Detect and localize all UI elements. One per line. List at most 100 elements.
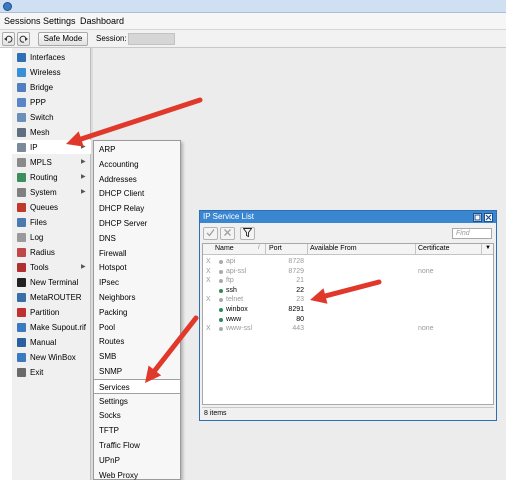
column-certificate[interactable]: Certificate — [418, 245, 450, 252]
submenu-item-web-proxy[interactable]: Web Proxy — [94, 468, 180, 480]
service-port: 80 — [296, 315, 304, 323]
submenu-item-label: TFTP — [99, 426, 119, 436]
status-bar: 8 items — [202, 407, 494, 419]
sidebar-item-interfaces[interactable]: Interfaces — [0, 50, 91, 64]
submenu-item-ipsec[interactable]: IPsec — [94, 275, 180, 290]
table-row[interactable]: Xftp 21 — [203, 276, 493, 285]
sidebar-item-manual[interactable]: Manual — [0, 335, 91, 349]
submenu-item-accounting[interactable]: Accounting — [94, 157, 180, 172]
column-port[interactable]: Port — [269, 245, 282, 252]
enable-button[interactable] — [203, 227, 218, 240]
submenu-item-routes[interactable]: Routes — [94, 334, 180, 349]
sidebar-item-metarouter[interactable]: MetaROUTER — [0, 290, 91, 304]
sidebar-item-mpls[interactable]: MPLS ▶ — [0, 155, 91, 169]
column-available-from[interactable]: Available From — [310, 245, 357, 252]
menu-sessions[interactable]: Sessions — [4, 16, 41, 26]
sidebar-item-wireless[interactable]: Wireless — [0, 65, 91, 79]
sidebar-item-queues[interactable]: Queues — [0, 200, 91, 214]
table-row[interactable]: ssh 22 — [203, 286, 493, 295]
submenu-item-traffic-flow[interactable]: Traffic Flow — [94, 438, 180, 453]
submenu-item-tftp[interactable]: TFTP — [94, 423, 180, 438]
submenu-item-dhcp-relay[interactable]: DHCP Relay — [94, 201, 180, 216]
disabled-flag: X — [206, 267, 211, 275]
winbox-app-icon — [3, 2, 12, 11]
sidebar-item-switch[interactable]: Switch — [0, 110, 91, 124]
submenu-item-label: Web Proxy — [99, 470, 138, 480]
routing-icon — [17, 173, 26, 182]
sidebar-item-bridge[interactable]: Bridge — [0, 80, 91, 94]
restore-button[interactable] — [473, 213, 482, 222]
table-row[interactable]: Xtelnet 23 — [203, 295, 493, 304]
close-button[interactable] — [484, 213, 493, 222]
sidebar-item-new-terminal[interactable]: New Terminal — [0, 275, 91, 289]
sidebar-item-label: System — [30, 188, 57, 197]
session-field[interactable] — [128, 33, 175, 45]
submenu-item-neighbors[interactable]: Neighbors — [94, 290, 180, 305]
sidebar-item-make-supout-rif[interactable]: Make Supout.rif — [0, 320, 91, 334]
sidebar-item-label: Routing — [30, 173, 58, 182]
submenu-item-smb[interactable]: SMB — [94, 349, 180, 364]
log-icon — [17, 233, 26, 242]
sidebar-item-label: Partition — [30, 308, 60, 317]
submenu-item-firewall[interactable]: Firewall — [94, 246, 180, 261]
sidebar-item-new-winbox[interactable]: New WinBox — [0, 350, 91, 364]
safe-mode-button[interactable]: Safe Mode — [38, 32, 88, 46]
sidebar-item-label: PPP — [30, 98, 47, 107]
ip-service-list-window: IP Service List Find Name / Port Availab… — [199, 210, 497, 421]
sidebar-item-mesh[interactable]: Mesh — [0, 125, 91, 139]
sidebar-item-partition[interactable]: Partition — [0, 305, 91, 319]
submenu-item-snmp[interactable]: SNMP — [94, 364, 180, 379]
submenu-item-label: Packing — [99, 307, 128, 317]
submenu-item-dhcp-server[interactable]: DHCP Server — [94, 216, 180, 231]
submenu-item-packing[interactable]: Packing — [94, 305, 180, 320]
menu-settings[interactable]: Settings — [43, 16, 76, 26]
menu-dashboard[interactable]: Dashboard — [80, 16, 124, 26]
files-icon — [17, 218, 26, 227]
disable-button[interactable] — [220, 227, 235, 240]
sidebar-item-tools[interactable]: Tools ▶ — [0, 260, 91, 274]
submenu-item-dhcp-client[interactable]: DHCP Client — [94, 186, 180, 201]
submenu-item-dns[interactable]: DNS — [94, 231, 180, 246]
sidebar-item-exit[interactable]: Exit — [0, 365, 91, 379]
sidebar-item-system[interactable]: System ▶ — [0, 185, 91, 199]
submenu-arrow-icon: ▶ — [81, 174, 86, 180]
submenu-item-settings[interactable]: Settings — [94, 394, 180, 409]
submenu-item-addresses[interactable]: Addresses — [94, 172, 180, 187]
window-toolbar: Find — [200, 224, 496, 242]
sidebar-item-label: Switch — [30, 113, 54, 122]
sidebar-item-files[interactable]: Files — [0, 215, 91, 229]
table-row[interactable]: www 80 — [203, 315, 493, 324]
service-name: www-ssl — [226, 325, 253, 333]
submenu-item-arp[interactable]: ARP — [94, 142, 180, 157]
sidebar-item-ip[interactable]: IP ▶ — [0, 140, 91, 154]
sidebar-item-routing[interactable]: Routing ▶ — [0, 170, 91, 184]
redo-button[interactable] — [17, 32, 30, 46]
submenu-item-hotspot[interactable]: Hotspot — [94, 260, 180, 275]
find-input[interactable]: Find — [452, 228, 492, 239]
table-row[interactable]: winbox 8291 — [203, 305, 493, 314]
manual-icon — [17, 338, 26, 347]
sidebar-item-label: New Terminal — [30, 278, 79, 287]
submenu-item-label: DHCP Relay — [99, 204, 145, 214]
submenu-item-pool[interactable]: Pool — [94, 320, 180, 335]
submenu-item-services[interactable]: Services — [94, 378, 180, 394]
filter-button[interactable] — [240, 227, 255, 240]
submenu-item-upnp[interactable]: UPnP — [94, 453, 180, 468]
submenu-item-label: Services — [99, 382, 130, 392]
table-row[interactable]: Xapi 8728 — [203, 257, 493, 266]
undo-button[interactable] — [2, 32, 15, 46]
table-row[interactable]: Xwww-ssl 443 none — [203, 324, 493, 333]
column-menu-dropdown-icon[interactable]: ▼ — [485, 245, 491, 251]
submenu-item-socks[interactable]: Socks — [94, 408, 180, 423]
window-title-bar[interactable]: IP Service List — [200, 211, 496, 223]
sidebar-item-radius[interactable]: Radius — [0, 245, 91, 259]
sidebar-item-log[interactable]: Log — [0, 230, 91, 244]
service-certificate: none — [418, 267, 434, 275]
submenu-item-label: ARP — [99, 145, 116, 154]
service-port: 8291 — [288, 306, 304, 313]
table-row[interactable]: Xapi-ssl 8729 none — [203, 267, 493, 276]
sidebar-item-ppp[interactable]: PPP — [0, 95, 91, 109]
service-name: winbox — [226, 306, 248, 313]
column-name[interactable]: Name — [215, 245, 234, 252]
sidebar-item-label: Radius — [30, 248, 55, 257]
